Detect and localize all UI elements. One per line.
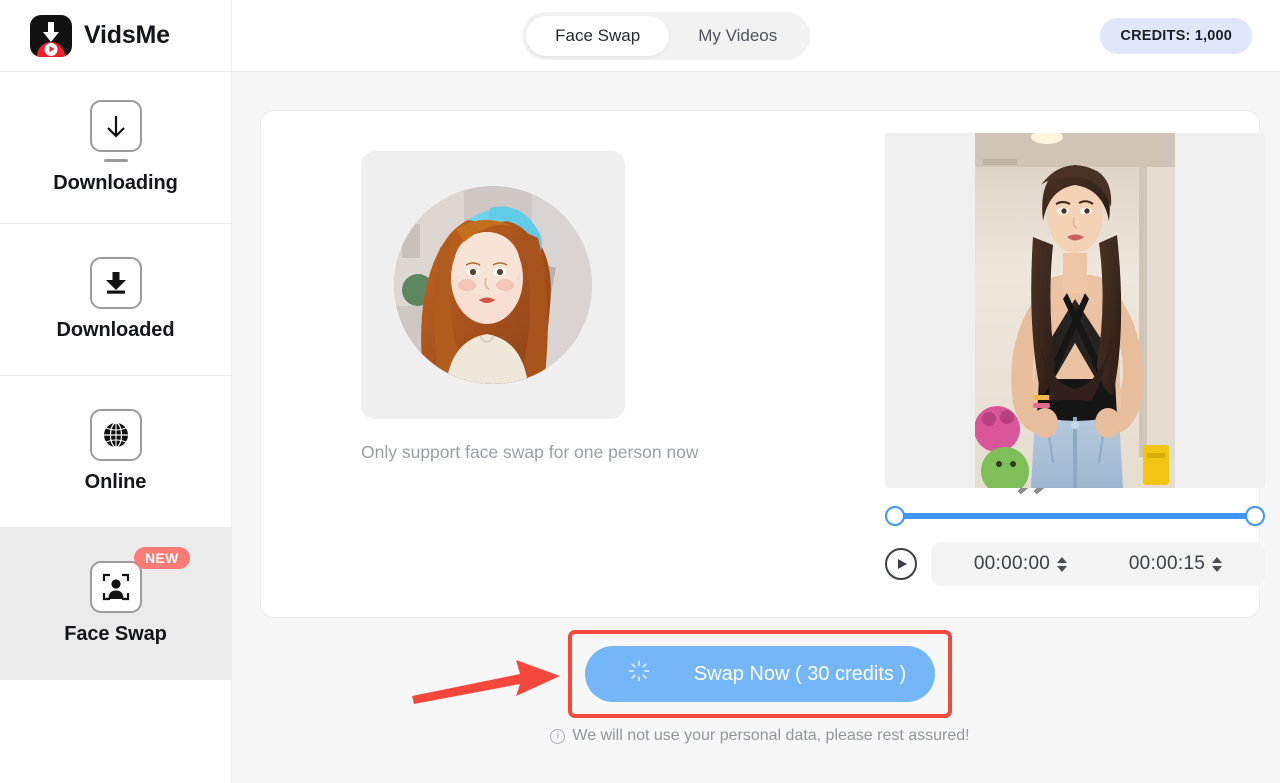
sidebar-item-downloading[interactable]: Downloading (0, 72, 231, 224)
sidebar-item-label: Downloaded (56, 319, 175, 341)
download-complete-icon (89, 257, 142, 309)
disclaimer-text: We will not use your personal data, plea… (572, 727, 970, 744)
slider-handle-end[interactable] (1245, 506, 1265, 526)
header-right: CREDITS: 1,000 (1100, 17, 1280, 54)
target-video-thumbnail (975, 133, 1175, 488)
slider-handle-start[interactable] (885, 506, 905, 526)
caret-down-icon[interactable] (1212, 565, 1223, 572)
face-swap-card: Only support face swap for one person no… (260, 110, 1265, 618)
credits-badge[interactable]: CREDITS: 1,000 (1100, 17, 1252, 54)
source-column: Only support face swap for one person no… (283, 133, 765, 466)
caret-down-icon[interactable] (1057, 565, 1068, 572)
red-pointer-arrow-icon (412, 660, 560, 704)
info-circle-icon: i (550, 728, 566, 744)
downloaded-icon-wrap (89, 257, 142, 309)
caret-up-icon[interactable] (1212, 556, 1223, 563)
target-video-image (975, 133, 1175, 488)
sidebar-item-downloaded[interactable]: Downloaded (0, 224, 231, 376)
time-range-box: 00:00:00 00:00:15 (931, 542, 1265, 586)
downloading-icon-wrap (89, 100, 142, 162)
loading-spinner-icon (628, 660, 650, 688)
logo-arrow-icon (43, 21, 59, 42)
source-face-thumbnail (394, 186, 592, 384)
face-detect-glyph (102, 573, 129, 601)
globe-glyph (103, 422, 128, 448)
sidebar-item-online[interactable]: Online (0, 376, 231, 528)
spinner-glyph (628, 660, 650, 682)
main-content: Only support face swap for one person no… (232, 72, 1280, 783)
download-tray-glyph (105, 272, 126, 294)
app-header: VidsMe Face Swap My Videos CREDITS: 1,00… (0, 0, 1280, 72)
sidebar-item-label: Online (84, 471, 147, 493)
brand-name: VidsMe (84, 21, 170, 49)
swap-button-highlight: Swap Now ( 30 credits ) (412, 630, 952, 718)
end-time-stepper[interactable] (1212, 556, 1223, 572)
vidsme-download-play-logo-icon (30, 14, 72, 57)
source-face-upload-tile[interactable] (361, 151, 625, 419)
download-arrow-icon (89, 100, 142, 152)
source-face-image (394, 186, 592, 384)
logo-play-icon (44, 42, 58, 56)
privacy-disclaimer: i We will not use your personal data, pl… (550, 727, 970, 745)
swap-now-label: Swap Now ( 30 credits ) (693, 662, 907, 685)
app-body: Downloading Downloaded Online NEW Face S… (0, 72, 1280, 783)
footer-actions: Swap Now ( 30 credits ) i We will not us… (260, 618, 1260, 783)
tab-my-videos[interactable]: My Videos (669, 16, 806, 56)
header-center: Face Swap My Videos (232, 11, 1100, 60)
end-time-value: 00:00:15 (1128, 553, 1206, 574)
sidebar-item-label: Face Swap (64, 623, 167, 645)
face-swap-icon-wrap: NEW (89, 547, 190, 613)
slider-track (895, 513, 1255, 519)
start-time-value: 00:00:00 (973, 553, 1051, 574)
sidebar: Downloading Downloaded Online NEW Face S… (0, 72, 232, 783)
video-trim-slider[interactable] (885, 506, 1265, 526)
sidebar-item-face-swap[interactable]: NEW Face Swap (0, 528, 231, 680)
new-badge: NEW (133, 547, 190, 569)
download-progress-dash (103, 159, 128, 162)
face-detect-icon (89, 561, 142, 613)
sidebar-item-label: Downloading (53, 172, 178, 194)
play-circle-icon[interactable] (885, 548, 917, 580)
tab-face-swap[interactable]: Face Swap (526, 15, 670, 56)
target-column: 00:00:00 00:00:15 (885, 133, 1265, 586)
arrow-down-glyph (106, 116, 125, 138)
caret-up-icon[interactable] (1057, 556, 1068, 563)
tab-group: Face Swap My Videos (522, 11, 811, 60)
globe-icon (89, 409, 142, 461)
brand: VidsMe (0, 0, 232, 71)
start-time-field[interactable]: 00:00:00 (973, 553, 1068, 575)
video-time-controls: 00:00:00 00:00:15 (885, 542, 1265, 586)
app-window: VidsMe Face Swap My Videos CREDITS: 1,00… (0, 0, 1280, 783)
start-time-stepper[interactable] (1057, 556, 1068, 572)
target-video-tile[interactable] (885, 133, 1265, 488)
online-icon-wrap (89, 409, 142, 461)
end-time-field[interactable]: 00:00:15 (1128, 553, 1223, 575)
source-hint-text: Only support face swap for one person no… (361, 442, 699, 462)
swap-now-button[interactable]: Swap Now ( 30 credits ) (585, 646, 935, 702)
